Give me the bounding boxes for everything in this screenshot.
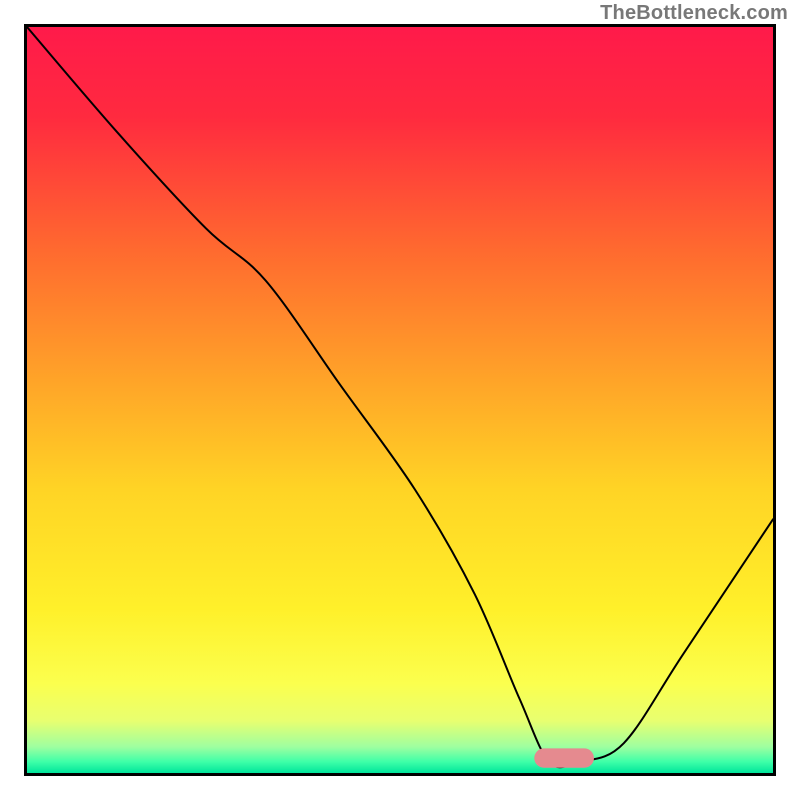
optimal-marker xyxy=(27,27,773,773)
chart-container: TheBottleneck.com xyxy=(0,0,800,800)
watermark-text: TheBottleneck.com xyxy=(600,2,788,25)
plot-area xyxy=(24,24,776,776)
